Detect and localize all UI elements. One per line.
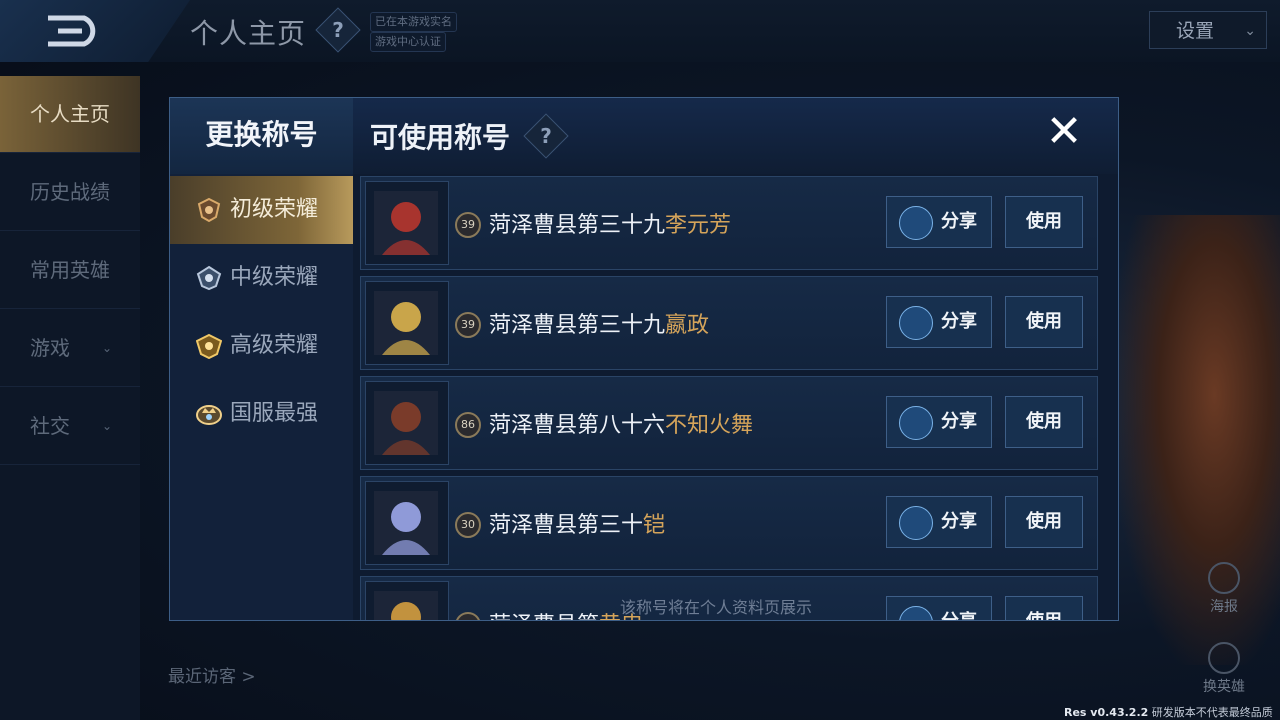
- share-button[interactable]: 分享: [886, 296, 992, 348]
- qq-penguin-icon: [899, 306, 933, 340]
- use-button[interactable]: 使用: [1005, 296, 1083, 348]
- hero-avatar-frame: [365, 481, 449, 565]
- qq-penguin-icon: [899, 406, 933, 440]
- back-icon: [48, 15, 96, 47]
- hero-avatar: [374, 191, 438, 255]
- use-button[interactable]: 使用: [1005, 196, 1083, 248]
- hero-avatar: [374, 491, 438, 555]
- title-row: 30 菏泽曹县第三十铠 分享 使用: [360, 476, 1098, 570]
- hero-name: 嬴政: [665, 313, 710, 338]
- hero-avatar-frame: [365, 281, 449, 365]
- qq-penguin-icon: [899, 206, 933, 240]
- share-button[interactable]: 分享: [886, 396, 992, 448]
- crown-badge-icon: [196, 405, 222, 425]
- chevron-down-icon: ⌄: [1244, 23, 1256, 39]
- hero-avatar: [374, 591, 438, 620]
- sidebar-item-heroes[interactable]: 常用英雄: [0, 232, 140, 309]
- bronze-badge-icon: [197, 197, 221, 223]
- sidebar-item-game[interactable]: 游戏 ⌄: [0, 310, 140, 387]
- title-row: 86 菏泽曹县第八十六不知火舞 分享 使用: [360, 376, 1098, 470]
- level-badge: 46: [455, 612, 481, 620]
- swap-hero-button[interactable]: 换英雄: [1196, 642, 1252, 696]
- hero-name: 李元芳: [665, 213, 732, 238]
- qq-penguin-icon: [899, 506, 933, 540]
- level-badge: 30: [455, 512, 481, 538]
- title-name: 菏泽曹县第三十九李元芳: [489, 213, 732, 238]
- change-title-dialog: 更换称号 初级荣耀 中级荣耀 高级荣耀 国服最强 可使用称号 ? ✕ 39 菏泽…: [169, 97, 1119, 621]
- hero-background: [1116, 215, 1280, 665]
- title-name: 菏泽曹县第三十九嬴政: [489, 313, 710, 338]
- chevron-down-icon: ⌄: [102, 419, 113, 433]
- share-button[interactable]: 分享: [886, 496, 992, 548]
- use-button[interactable]: 使用: [1005, 596, 1083, 620]
- version-label: Res v0.43.2.2 研发版本不代表最终品质: [1064, 706, 1273, 719]
- sidebar-item-history[interactable]: 历史战绩: [0, 154, 140, 231]
- hero-name: 铠: [643, 513, 666, 538]
- realname-badge: 已在本游戏实名 游戏中心认证: [370, 12, 457, 52]
- level-badge: 39: [455, 312, 481, 338]
- hero-name: 不知火舞: [665, 413, 754, 438]
- qq-penguin-icon: [899, 606, 933, 620]
- page-title: 个人主页: [190, 17, 307, 50]
- tab-silver[interactable]: 中级荣耀: [170, 244, 353, 312]
- level-badge: 39: [455, 212, 481, 238]
- share-button[interactable]: 分享: [886, 196, 992, 248]
- hero-avatar-frame: [365, 181, 449, 265]
- poster-button[interactable]: 海报: [1200, 562, 1248, 616]
- level-badge: 86: [455, 412, 481, 438]
- close-icon[interactable]: ✕: [1042, 110, 1086, 154]
- title-row: 39 菏泽曹县第三十九李元芳 分享 使用: [360, 176, 1098, 270]
- question-icon: ?: [332, 18, 344, 42]
- use-button[interactable]: 使用: [1005, 496, 1083, 548]
- tab-bronze[interactable]: 初级荣耀: [170, 176, 353, 244]
- top-bar: 个人主页 ? 已在本游戏实名 游戏中心认证 设置 ⌄: [0, 0, 1280, 62]
- chevron-down-icon: ⌄: [102, 341, 113, 355]
- back-button[interactable]: [0, 0, 190, 62]
- hero-avatar: [374, 391, 438, 455]
- gold-badge-icon: [196, 333, 222, 359]
- title-name: 菏泽曹县第八十六不知火舞: [489, 413, 754, 438]
- use-button[interactable]: 使用: [1005, 396, 1083, 448]
- sidebar-item-social[interactable]: 社交 ⌄: [0, 388, 140, 465]
- dialog-title: 可使用称号: [370, 121, 511, 154]
- question-icon: ?: [540, 124, 552, 148]
- title-list: 39 菏泽曹县第三十九李元芳 分享 使用 39 菏泽曹县第三十九嬴政 分享 使用: [360, 176, 1100, 620]
- silver-badge-icon: [196, 265, 222, 291]
- title-name: 菏泽曹县第三十铠: [489, 513, 666, 538]
- settings-dropdown[interactable]: 设置 ⌄: [1149, 11, 1267, 49]
- poster-icon: [1208, 562, 1240, 594]
- hero-avatar-frame: [365, 581, 449, 620]
- hero-avatar-frame: [365, 381, 449, 465]
- dialog-sidebar: 更换称号 初级荣耀 中级荣耀 高级荣耀 国服最强: [170, 98, 353, 620]
- tab-crown[interactable]: 国服最强: [170, 380, 353, 448]
- tab-gold[interactable]: 高级荣耀: [170, 312, 353, 380]
- swap-hero-icon: [1208, 642, 1240, 674]
- sidebar-nav: 个人主页 历史战绩 常用英雄 游戏 ⌄ 社交 ⌄: [0, 76, 140, 720]
- recent-visitors-link[interactable]: 最近访客 >: [168, 662, 256, 687]
- hero-avatar: [374, 291, 438, 355]
- dialog-side-title: 更换称号: [170, 98, 353, 174]
- sidebar-item-profile[interactable]: 个人主页: [0, 76, 140, 153]
- hint-text: 该称号将在个人资料页展示: [620, 598, 813, 617]
- share-button[interactable]: 分享: [886, 596, 992, 620]
- help-button[interactable]: ?: [315, 7, 361, 53]
- title-row: 39 菏泽曹县第三十九嬴政 分享 使用: [360, 276, 1098, 370]
